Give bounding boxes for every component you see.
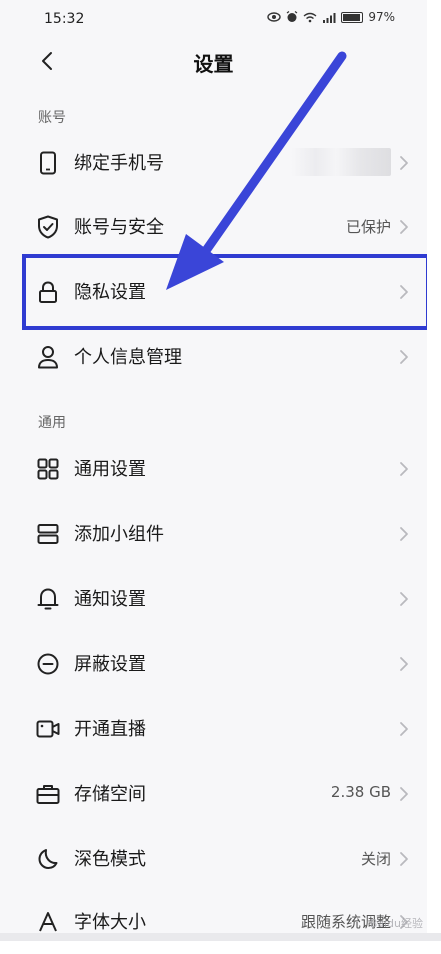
status-icons: 97%	[267, 10, 395, 24]
row-label: 开通直播	[74, 719, 146, 740]
chevron-right-icon	[400, 527, 408, 541]
eye-icon	[267, 12, 282, 22]
status-time: 15:32	[44, 11, 85, 27]
frame-edge-bottom	[0, 933, 441, 941]
page-title: 设置	[193, 52, 234, 76]
signal-icon	[322, 12, 336, 23]
settings-row-font-size[interactable]: 字体大小 跟随系统调整	[22, 890, 427, 954]
chevron-right-icon	[400, 156, 408, 170]
battery-level: 97%	[368, 10, 395, 24]
chevron-right-icon	[400, 787, 408, 801]
watermark: Baidu经验	[369, 917, 423, 930]
chevron-right-icon	[400, 220, 408, 234]
settings-row-general-settings[interactable]: 通用设置	[22, 437, 427, 501]
row-label: 字体大小	[74, 912, 146, 933]
chevron-right-icon	[400, 350, 408, 364]
highlight-box	[22, 254, 430, 330]
row-label: 个人信息管理	[74, 347, 182, 368]
settings-row-live-stream[interactable]: 开通直播	[22, 697, 427, 761]
section-header-account: 账号	[38, 110, 66, 126]
chevron-right-icon	[400, 657, 408, 671]
moon-icon	[36, 847, 60, 871]
chevron-right-icon	[400, 722, 408, 736]
frame-edge-right	[427, 0, 441, 941]
settings-row-notifications[interactable]: 通知设置	[22, 567, 427, 631]
row-value: 关闭	[360, 850, 391, 868]
phone-icon	[36, 151, 60, 175]
chevron-right-icon	[400, 462, 408, 476]
settings-row-personal-info[interactable]: 个人信息管理	[22, 325, 427, 389]
font-icon	[36, 910, 60, 934]
wifi-icon	[303, 12, 317, 23]
row-label: 通知设置	[74, 589, 146, 610]
status-bar: 15:32 97%	[0, 0, 427, 36]
row-label: 绑定手机号	[74, 153, 164, 174]
block-icon	[36, 652, 60, 676]
row-label: 屏蔽设置	[74, 654, 146, 675]
settings-screen: 15:32 97% 设置 账号 绑定手机号 账号与安全 已保护 隐私设置 个人信…	[0, 0, 441, 941]
row-value: 2.38 GB	[330, 783, 391, 801]
grid-icon	[36, 457, 60, 481]
settings-row-block[interactable]: 屏蔽设置	[22, 632, 427, 696]
row-value: 已保护	[345, 218, 391, 236]
row-label: 存储空间	[74, 784, 146, 805]
alarm-icon	[286, 11, 298, 23]
shield-check-icon	[36, 215, 60, 239]
settings-row-account-security[interactable]: 账号与安全 已保护	[22, 195, 427, 259]
settings-row-add-widget[interactable]: 添加小组件	[22, 502, 427, 566]
row-label: 通用设置	[74, 459, 146, 480]
obscured-phone-number	[291, 148, 391, 176]
bell-icon	[36, 587, 60, 611]
chevron-right-icon	[400, 852, 408, 866]
video-icon	[36, 717, 60, 741]
row-label: 深色模式	[74, 849, 146, 870]
widget-icon	[36, 522, 60, 546]
row-label: 账号与安全	[74, 217, 164, 238]
settings-row-storage[interactable]: 存储空间 2.38 GB	[22, 762, 427, 826]
settings-row-dark-mode[interactable]: 深色模式 关闭	[22, 827, 427, 891]
nav-bar: 设置	[0, 36, 427, 86]
chevron-right-icon	[400, 592, 408, 606]
settings-row-bind-phone[interactable]: 绑定手机号	[22, 131, 427, 195]
storage-icon	[36, 782, 60, 806]
row-label: 添加小组件	[74, 524, 164, 545]
section-header-general: 通用	[38, 415, 66, 431]
battery-icon	[341, 11, 364, 23]
person-icon	[36, 345, 60, 369]
